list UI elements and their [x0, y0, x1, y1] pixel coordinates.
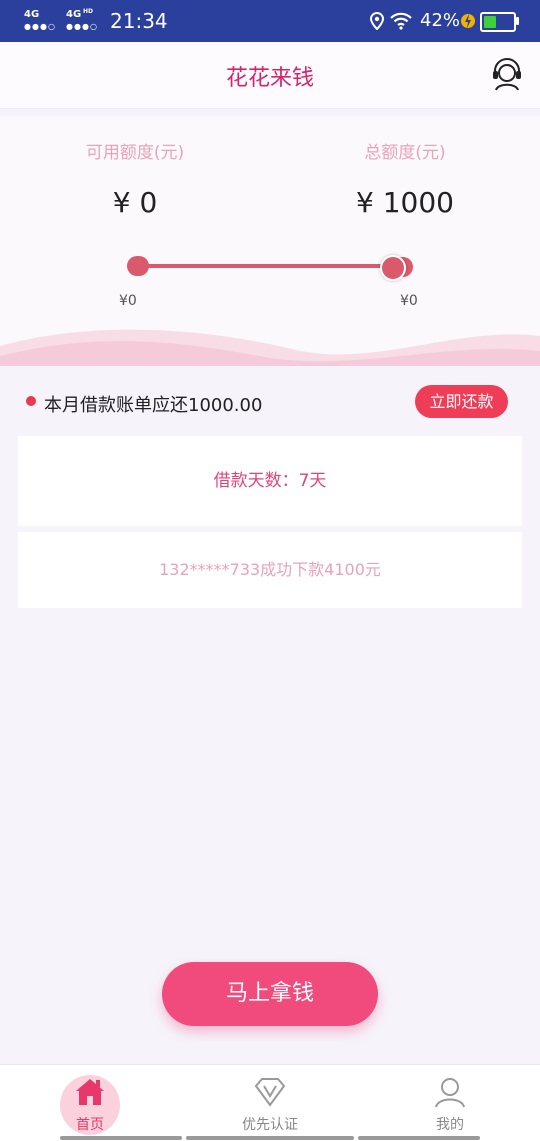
tab-home-label: 首页: [76, 1117, 104, 1133]
total-credit-amount: ¥ 1000: [356, 186, 454, 219]
battery-icon: [480, 12, 516, 32]
customer-service-icon[interactable]: [490, 58, 524, 92]
loan-notice-card: 132*****733成功下款4100元: [18, 532, 522, 608]
decorative-wave: [0, 329, 540, 366]
signal-dots-icon: ●●●○: [66, 22, 98, 31]
slider-max-label: ¥0: [400, 293, 418, 309]
network-indicator-2: 4G: [66, 9, 82, 20]
credit-panel: 可用额度(元) 总额度(元) ¥ 0 ¥ 1000 ¥0 ¥0: [0, 116, 540, 366]
tab-indicator-1: [60, 1136, 182, 1140]
tab-mine-label: 我的: [436, 1117, 464, 1133]
status-bar: 4G ●●●○ 4G HD ●●●○ 21:34 42%: [0, 0, 540, 42]
loan-days-card: 借款天数：7天: [18, 436, 522, 526]
network-indicator-1: 4G: [24, 9, 40, 20]
battery-percent: 42%: [420, 10, 461, 31]
repay-now-button[interactable]: 立即还款: [415, 385, 508, 418]
available-credit-label: 可用额度(元): [85, 143, 185, 163]
network-indicator-2-sup: HD: [83, 8, 94, 15]
get-money-button[interactable]: 马上拿钱: [162, 962, 378, 1026]
tab-indicator-3: [358, 1136, 480, 1140]
app-header: 花花来钱: [0, 42, 540, 109]
bill-indicator-dot: [26, 396, 36, 406]
battery-tip: [516, 17, 519, 25]
credit-slider-max-handle[interactable]: [380, 255, 406, 281]
slider-min-label: ¥0: [119, 293, 137, 309]
diamond-v-icon: [254, 1078, 286, 1107]
credit-slider-min-handle[interactable]: [127, 256, 149, 276]
signal-dots-icon: ●●●○: [24, 22, 56, 31]
monthly-bill-text: 本月借款账单应还1000.00: [44, 395, 263, 416]
page-title: 花花来钱: [225, 66, 314, 91]
available-credit-amount: ¥ 0: [112, 186, 158, 219]
total-credit-label: 总额度(元): [364, 143, 446, 163]
wifi-icon: [390, 12, 412, 30]
tab-priority-verify[interactable]: 优先认证: [180, 1065, 360, 1141]
tab-home[interactable]: 首页: [0, 1065, 180, 1141]
credit-slider-track[interactable]: [138, 264, 393, 268]
bottom-tab-bar: 首页 优先认证 我的: [0, 1064, 540, 1141]
tab-priority-verify-label: 优先认证: [242, 1117, 298, 1133]
tab-mine[interactable]: 我的: [360, 1065, 540, 1141]
location-icon: [370, 12, 384, 30]
tab-indicator-2: [186, 1136, 354, 1140]
status-time: 21:34: [110, 9, 168, 33]
user-icon: [435, 1078, 465, 1108]
home-icon: [76, 1079, 104, 1105]
charging-icon: [461, 14, 475, 28]
